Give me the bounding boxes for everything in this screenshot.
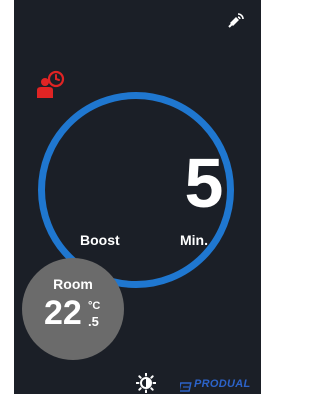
thermostat-screen: 5 Boost Min. Room 22 °C .5 PRODUAL xyxy=(14,0,261,394)
minutes-unit-label: Min. xyxy=(180,232,208,248)
room-temperature-bubble[interactable]: Room 22 °C .5 xyxy=(22,258,124,360)
room-temperature-unit: °C xyxy=(88,300,101,312)
brand-name: PRODUAL xyxy=(194,378,251,390)
user-clock-icon xyxy=(36,70,66,100)
mode-label: Boost xyxy=(80,232,120,248)
room-label: Room xyxy=(53,276,93,292)
room-temperature-integer: 22 xyxy=(44,294,82,332)
satellite-signal-icon[interactable] xyxy=(227,12,245,30)
brand-logo-icon xyxy=(178,379,192,392)
boost-minutes-value: 5 xyxy=(184,144,224,222)
sun-icon[interactable] xyxy=(135,372,157,394)
room-temperature-decimal: .5 xyxy=(88,314,99,329)
